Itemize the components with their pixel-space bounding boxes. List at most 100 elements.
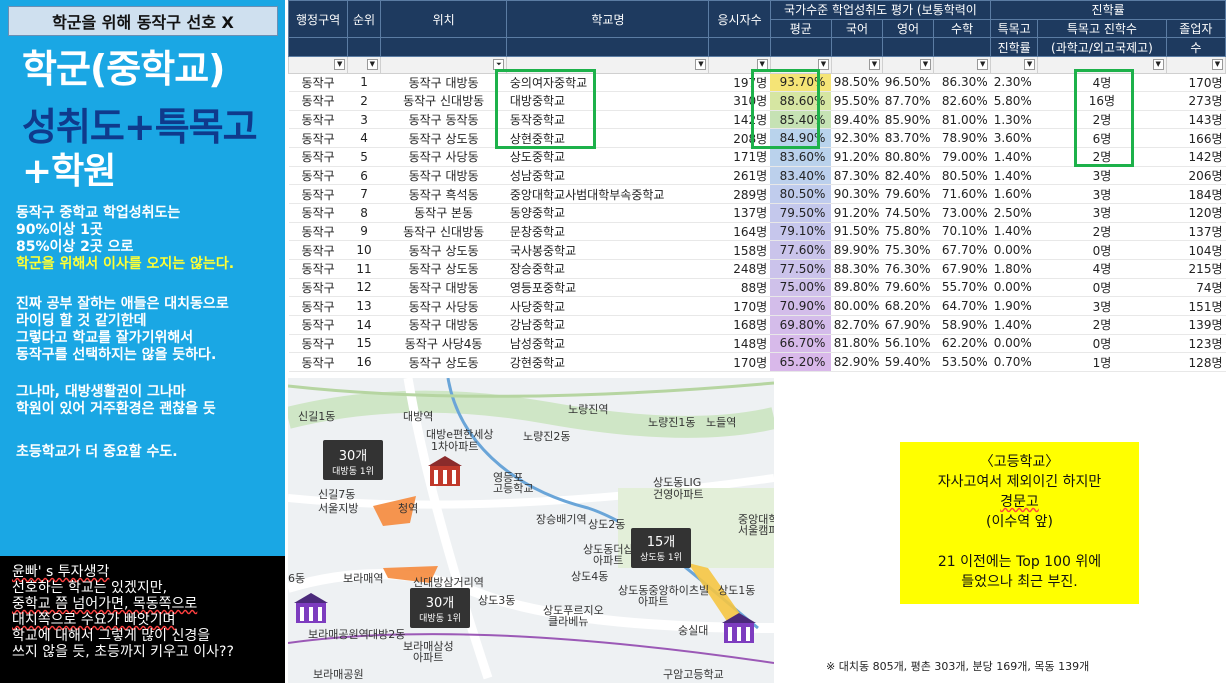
- map-label: 1차아파트: [431, 440, 478, 453]
- cell-korean: 98.50%: [831, 73, 883, 93]
- cell-korean: 82.70%: [831, 315, 883, 335]
- badge-count: 15개: [647, 535, 676, 550]
- cell-count: 1명: [1037, 352, 1167, 372]
- cell-korean: 88.30%: [831, 259, 883, 279]
- map-label: 보라매역: [343, 572, 383, 585]
- map-label: 신대방삼거리역: [413, 576, 484, 589]
- cell-korean: 91.20%: [831, 203, 883, 223]
- top-average-highlight: [751, 69, 820, 149]
- cell-avg: 70.90%: [770, 296, 832, 316]
- map-label: 숭실대: [678, 624, 708, 637]
- cell-math: 67.70%: [933, 240, 991, 260]
- cell-grads: 139명: [1166, 315, 1226, 335]
- opinion-line: 선호하는 학교는 있겠지만,: [12, 580, 168, 596]
- hs-line: 경문고: [1000, 494, 1039, 510]
- cell-avg: 69.80%: [770, 315, 832, 335]
- header-line: 특목고 진학수: [1066, 21, 1137, 36]
- badge-count: 30개: [426, 596, 455, 611]
- cell-rank: 1: [347, 73, 381, 93]
- cell-grads: 143명: [1166, 110, 1226, 130]
- cell-grads: 273명: [1166, 91, 1226, 111]
- note-line: 그나마, 대방생활권이 그나마: [16, 384, 186, 400]
- cell-math: 78.90%: [933, 128, 991, 149]
- map-label: 노량진2동: [523, 430, 570, 443]
- cell-rank: 15: [347, 334, 381, 354]
- cell-rate: 1.40%: [990, 147, 1038, 167]
- filter-dropdown-icon[interactable]: ▼: [334, 59, 346, 71]
- cell-math: 73.00%: [933, 203, 991, 223]
- cell-count: 4명: [1037, 259, 1167, 279]
- cell-grads: 104명: [1166, 240, 1226, 260]
- filter-dropdown-icon[interactable]: ▼: [1152, 59, 1164, 71]
- table-row: 동작구 8 동작구 본동 동양중학교 137명 79.50% 91.20% 74.50% 73.…: [288, 203, 1226, 223]
- cell-location: 동작구 대방동: [380, 315, 507, 335]
- map-label: 서울캠퍼: [738, 524, 774, 537]
- filter-dropdown-icon[interactable]: ▼: [868, 59, 880, 71]
- cell-avg: 75.00%: [770, 278, 832, 298]
- academy-badge: 30개 대방동 1위: [323, 440, 383, 480]
- filter-dropdown-icon[interactable]: ▼: [1024, 59, 1036, 71]
- header-location: 위치: [379, 0, 508, 39]
- cell-rate: 1.60%: [990, 184, 1038, 205]
- cell-avg: 83.40%: [770, 166, 832, 186]
- cell-english: 79.60%: [882, 184, 934, 205]
- cell-rate: 0.00%: [990, 278, 1038, 298]
- opinion-line: 학교에 대해서 그렇게 많이 신경을: [12, 628, 211, 644]
- cell-region: 동작구: [288, 128, 348, 149]
- cell-count: 0명: [1037, 240, 1167, 260]
- cell-korean: 89.40%: [831, 110, 883, 130]
- cell-school: 국사봉중학교: [506, 240, 709, 260]
- cell-takers: 170명: [708, 352, 771, 372]
- academy-badge: 15개 상도동 1위: [631, 528, 691, 568]
- cell-grads: 151명: [1166, 296, 1226, 316]
- cell-rate: 0.00%: [990, 334, 1038, 354]
- note-line: 동작구를 선택하지는 않을 듯하다.: [16, 347, 217, 363]
- cell-korean: 82.90%: [831, 352, 883, 372]
- filter-dropdown-icon[interactable]: ▼: [366, 59, 378, 71]
- cell-math: 62.20%: [933, 334, 991, 354]
- cell-korean: 87.30%: [831, 166, 883, 186]
- filter-dropdown-icon[interactable]: ▼: [1212, 59, 1223, 71]
- filter-dropdown-icon[interactable]: ▼: [977, 59, 989, 71]
- cell-grads: 215명: [1166, 259, 1226, 279]
- cell-region: 동작구: [288, 166, 348, 186]
- cell-region: 동작구: [288, 296, 348, 316]
- cell-count: 0명: [1037, 334, 1167, 354]
- cell-rate: 1.30%: [990, 110, 1038, 130]
- cell-school: 남성중학교: [506, 334, 709, 354]
- header-avg: 평균: [769, 18, 832, 39]
- cell-grads: 206명: [1166, 166, 1226, 186]
- table-row: 동작구 12 동작구 대방동 영등포중학교 88명 75.00% 89.80% 79.60% 5…: [288, 278, 1226, 298]
- cell-korean: 89.80%: [831, 278, 883, 298]
- cell-english: 75.80%: [882, 222, 934, 242]
- cell-english: 68.20%: [882, 296, 934, 316]
- cell-english: 82.40%: [882, 166, 934, 186]
- cell-school: 강현중학교: [506, 352, 709, 372]
- cell-location: 동작구 상도동: [380, 240, 507, 260]
- cell-rate: 1.40%: [990, 222, 1038, 242]
- cell-english: 75.30%: [882, 240, 934, 260]
- cell-takers: 289명: [708, 184, 771, 205]
- cell-rate: 5.80%: [990, 91, 1038, 111]
- cell-rate: 1.40%: [990, 166, 1038, 186]
- filter-dropdown-icon[interactable]: ▼: [920, 59, 931, 71]
- note-highlight: 학군을 위해서 이사를 오지는 않는다.: [16, 256, 235, 272]
- hs-line: 들었으나 최근 부진.: [961, 574, 1078, 590]
- map-label: 대방역: [403, 410, 433, 423]
- cell-math: 86.30%: [933, 73, 991, 93]
- cell-takers: 137명: [708, 203, 771, 223]
- header-special-rate: 특목고: [990, 18, 1039, 39]
- cell-avg: 77.60%: [770, 240, 832, 260]
- cell-school: 문창중학교: [506, 222, 709, 242]
- header-line: 수: [1165, 37, 1226, 57]
- panel-title: 학군을 위해 동작구 선호 X: [8, 6, 278, 36]
- header-korean: 국어: [830, 18, 883, 39]
- note-daebang: 그나마, 대방생활권이 그나마 학원이 있어 거주환경은 괜찮을 듯: [16, 384, 216, 418]
- cell-count: 3명: [1037, 203, 1167, 223]
- badge-sub: 대방동 1위: [332, 466, 374, 477]
- note-line: 라이딩 할 것 같기한데: [16, 313, 147, 329]
- filter-dropdown-icon[interactable]: ▼: [695, 59, 707, 71]
- cell-rate: 2.50%: [990, 203, 1038, 223]
- cell-region: 동작구: [288, 73, 348, 93]
- note-line: 그렇다고 학교를 잘가기위해서: [16, 330, 194, 346]
